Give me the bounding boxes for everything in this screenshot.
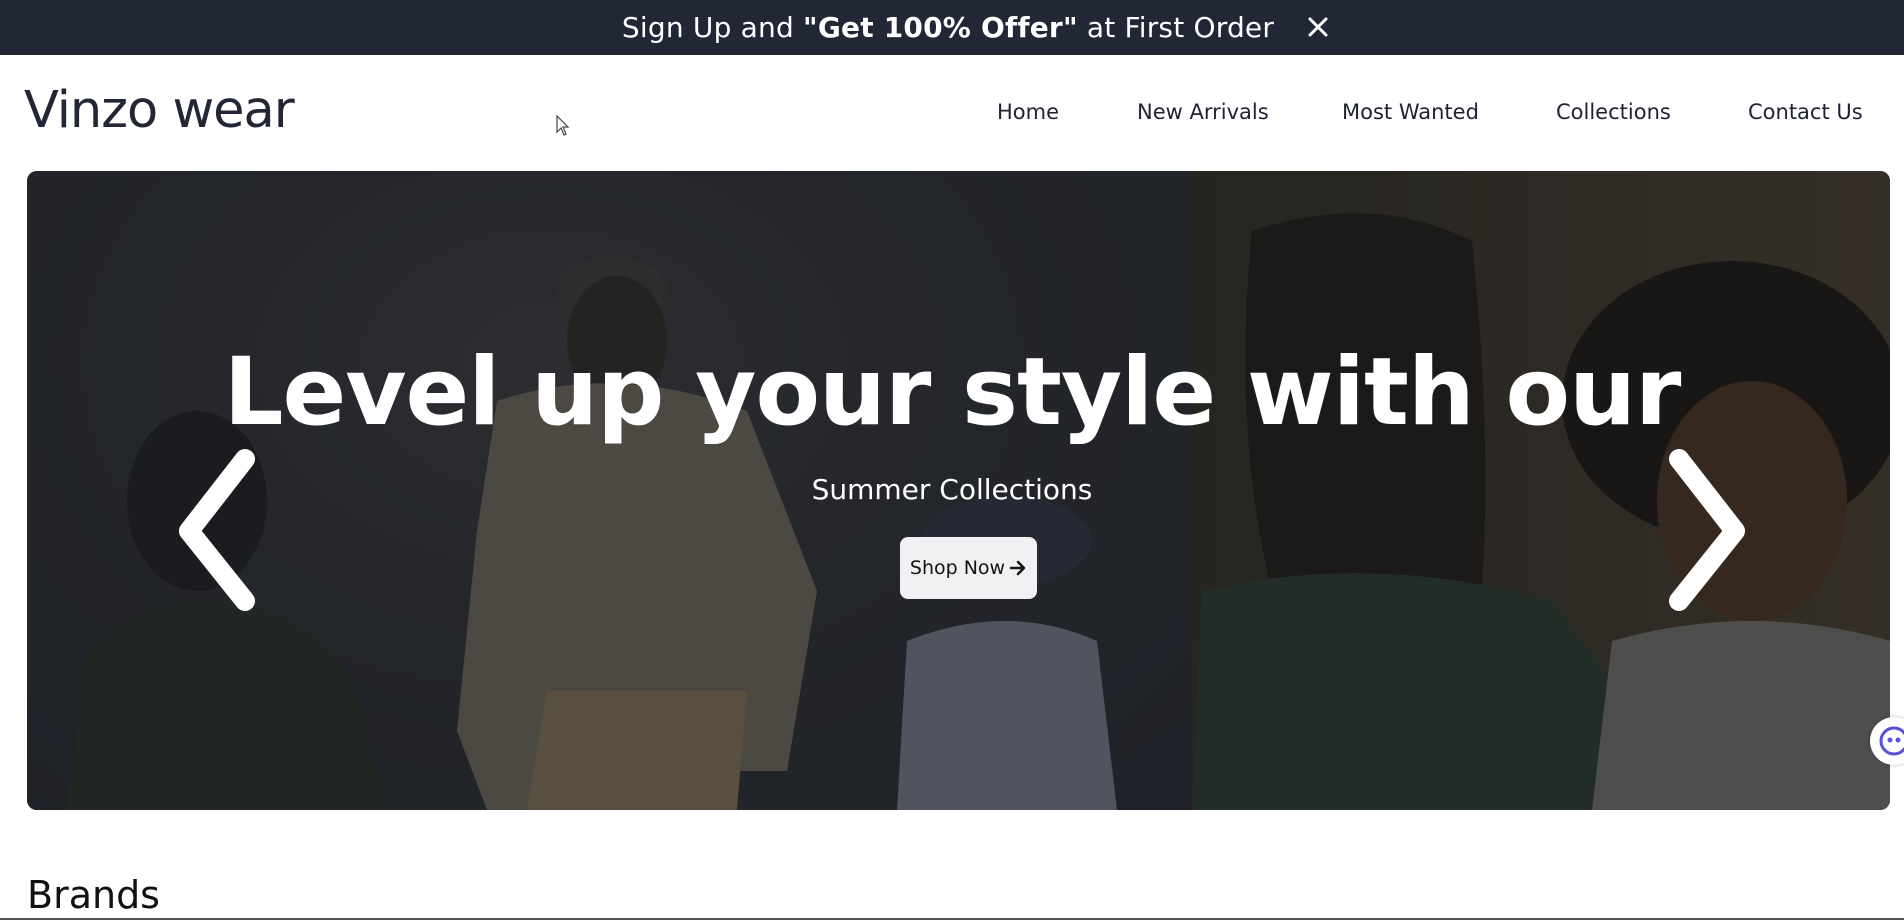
chevron-left-icon (179, 449, 255, 611)
main-nav: Home New Arrivals Most Wanted Collection… (0, 99, 1904, 139)
chat-bot-icon (1879, 726, 1904, 756)
nav-most-wanted[interactable]: Most Wanted (1342, 99, 1479, 125)
mouse-cursor-icon (556, 115, 570, 136)
promo-text-after: at First Order (1077, 11, 1275, 44)
promo-bar: Sign Up and "Get 100% Offer" at First Or… (0, 0, 1904, 55)
nav-collections[interactable]: Collections (1556, 99, 1671, 125)
nav-new-arrivals[interactable]: New Arrivals (1137, 99, 1269, 125)
site-header: Vinzo wear Home New Arrivals Most Wanted… (0, 55, 1904, 170)
shop-now-label: Shop Now (909, 557, 1006, 579)
shop-now-button[interactable]: Shop Now (900, 537, 1037, 599)
arrow-right-icon (1009, 560, 1026, 576)
chevron-right-icon (1669, 449, 1745, 611)
close-icon (1308, 17, 1328, 37)
hero-prev-button[interactable] (167, 441, 267, 615)
hero-subtitle: Summer Collections (811, 473, 1093, 506)
nav-contact-us[interactable]: Contact Us (1748, 99, 1863, 125)
brands-heading: Brands (27, 873, 160, 917)
promo-text-bold: "Get 100% Offer" (803, 11, 1078, 44)
promo-close-button[interactable] (1300, 9, 1336, 45)
promo-text: Sign Up and "Get 100% Offer" at First Or… (622, 11, 1274, 44)
hero-next-button[interactable] (1657, 441, 1757, 615)
hero-title: Level up your style with our (223, 338, 1682, 447)
promo-text-before: Sign Up and (621, 11, 804, 44)
nav-home[interactable]: Home (997, 99, 1059, 125)
